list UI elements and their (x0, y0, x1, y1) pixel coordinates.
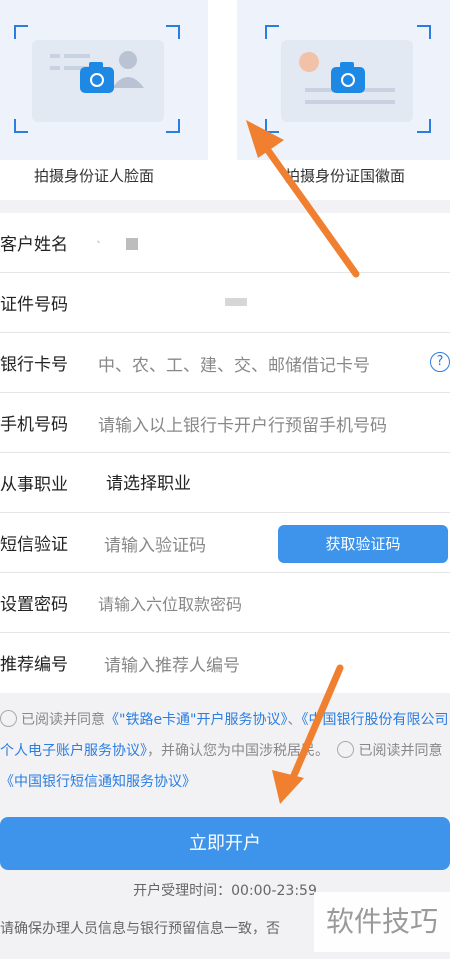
annotation-arrows (246, 120, 360, 804)
arrow-head (246, 120, 284, 158)
arrow-to-id-back (258, 138, 360, 278)
arrow-head (272, 770, 304, 804)
arrow-to-open-button (288, 664, 344, 784)
